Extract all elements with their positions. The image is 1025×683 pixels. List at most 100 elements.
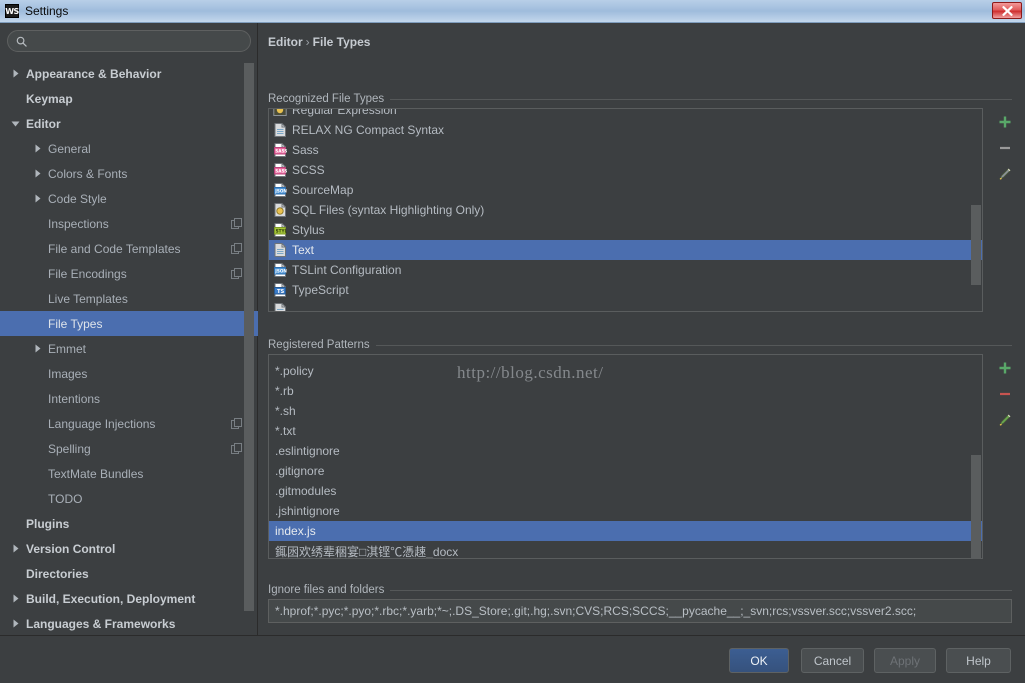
sidebar-item-colors-fonts[interactable]: Colors & Fonts xyxy=(0,161,258,186)
file-type-row[interactable]: Text xyxy=(269,240,982,260)
copy-settings-icon[interactable] xyxy=(231,418,242,429)
sidebar-item-label: Build, Execution, Deployment xyxy=(26,591,196,606)
pattern-row[interactable]: *.policy xyxy=(269,361,982,381)
sidebar-item-inspections[interactable]: Inspections xyxy=(0,211,258,236)
sidebar-item-file-and-code-templates[interactable]: File and Code Templates xyxy=(0,236,258,261)
sidebar-item-keymap[interactable]: Keymap xyxy=(0,86,258,111)
copy-settings-icon[interactable] xyxy=(231,218,242,229)
pattern-row[interactable]: .jshintignore xyxy=(269,501,982,521)
sidebar-item-label: Editor xyxy=(26,116,61,131)
file-type-row[interactable]: STYL Stylus xyxy=(269,220,982,240)
sidebar-item-file-types[interactable]: File Types xyxy=(0,311,258,336)
pattern-row[interactable]: *.rb xyxy=(269,381,982,401)
sidebar-item-label: Live Templates xyxy=(48,291,128,306)
sidebar-item-file-encodings[interactable]: File Encodings xyxy=(0,261,258,286)
sidebar-item-textmate-bundles[interactable]: TextMate Bundles xyxy=(0,461,258,486)
copy-settings-icon[interactable] xyxy=(231,243,242,254)
help-button[interactable]: Help xyxy=(946,648,1011,673)
expand-arrow-open[interactable] xyxy=(10,118,21,129)
pattern-label: *.sh xyxy=(275,404,296,418)
file-type-row[interactable]: SASS SCSS xyxy=(269,160,982,180)
settings-category-tree[interactable]: Appearance & Behavior Keymap Editor General… xyxy=(0,61,258,635)
expand-arrow-closed[interactable] xyxy=(32,168,43,179)
sass-file-icon: SASS xyxy=(273,143,287,157)
cancel-button[interactable]: Cancel xyxy=(801,648,864,673)
sidebar-item-version-control[interactable]: Version Control xyxy=(0,536,258,561)
sidebar-item-label: File Types xyxy=(48,316,103,331)
sidebar-item-images[interactable]: Images xyxy=(0,361,258,386)
breadcrumb: Editor › File Types xyxy=(268,35,370,49)
file-type-row[interactable]: TS TypeScript xyxy=(269,280,982,300)
text-file-icon xyxy=(274,303,286,311)
pattern-row[interactable]: .gitmodules xyxy=(269,481,982,501)
sidebar-item-emmet[interactable]: Emmet xyxy=(0,336,258,361)
sidebar-item-appearance-behavior[interactable]: Appearance & Behavior xyxy=(0,61,258,86)
svg-text:JSON: JSON xyxy=(274,269,287,274)
pattern-row[interactable]: *.txt xyxy=(269,421,982,441)
recognized-list-scrollbar-thumb[interactable] xyxy=(971,205,981,285)
pattern-label: .gitignore xyxy=(275,464,325,478)
file-type-row[interactable]: JSON SourceMap xyxy=(269,180,982,200)
sidebar-scrollbar-thumb[interactable] xyxy=(244,63,254,611)
expand-arrow-closed[interactable] xyxy=(10,618,21,629)
copy-settings-icon[interactable] xyxy=(231,443,242,454)
sidebar-item-live-templates[interactable]: Live Templates xyxy=(0,286,258,311)
sidebar-item-todo[interactable]: TODO xyxy=(0,486,258,511)
text-file-icon xyxy=(274,123,286,137)
search-input[interactable] xyxy=(33,33,238,49)
expand-arrow-closed[interactable] xyxy=(10,543,21,554)
expand-arrow-closed[interactable] xyxy=(10,593,21,604)
sidebar-item-language-injections[interactable]: Language Injections xyxy=(0,411,258,436)
sidebar-item-label: Intentions xyxy=(48,391,101,406)
sidebar-item-code-style[interactable]: Code Style xyxy=(0,186,258,211)
expand-arrow-closed[interactable] xyxy=(10,68,21,79)
sidebar-item-intentions[interactable]: Intentions xyxy=(0,386,258,411)
file-type-row[interactable]: RELAX NG Compact Syntax xyxy=(269,120,982,140)
edit-pattern-button[interactable] xyxy=(992,407,1018,433)
pattern-row[interactable]: .gitignore xyxy=(269,461,982,481)
expand-arrow-closed[interactable] xyxy=(32,343,43,354)
recognized-group-divider xyxy=(387,99,1012,100)
expand-arrow-closed[interactable] xyxy=(32,193,43,204)
sidebar-item-build-execution-deployment[interactable]: Build, Execution, Deployment xyxy=(0,586,258,611)
file-type-row[interactable]: Regular Expression xyxy=(269,109,982,120)
sidebar-item-languages-frameworks[interactable]: Languages & Frameworks xyxy=(0,611,258,635)
close-icon[interactable] xyxy=(992,2,1022,19)
file-type-row[interactable]: SQL Files (syntax Highlighting Only) xyxy=(269,200,982,220)
recognized-file-types-list[interactable]: Regular Expression RELAX NG Compact Synta… xyxy=(268,108,983,312)
sidebar-item-editor[interactable]: Editor xyxy=(0,111,258,136)
file-type-row[interactable]: SASS Sass xyxy=(269,140,982,160)
patterns-list-scrollbar-thumb[interactable] xyxy=(971,455,981,558)
sidebar-item-label: Emmet xyxy=(48,341,87,356)
expand-arrow-closed[interactable] xyxy=(32,143,43,154)
sidebar-item-directories[interactable]: Directories xyxy=(0,561,258,586)
pencil-icon xyxy=(999,414,1011,426)
breadcrumb-parent[interactable]: Editor xyxy=(268,35,303,49)
window-title-bar: WS Settings xyxy=(0,0,1025,23)
svg-text:STYL: STYL xyxy=(276,229,287,234)
pattern-row[interactable]: 銸囦欢绣辈稇宴□淇铿℃憑趚_docx xyxy=(269,541,982,559)
registered-patterns-toolbar xyxy=(990,355,1020,433)
sidebar-item-general[interactable]: General xyxy=(0,136,258,161)
sidebar-item-spelling[interactable]: Spelling xyxy=(0,436,258,461)
add-pattern-button[interactable] xyxy=(992,355,1018,381)
search-box[interactable] xyxy=(7,30,251,52)
file-type-row[interactable]: JSON TSLint Configuration xyxy=(269,260,982,280)
file-type-row-clipped[interactable] xyxy=(269,300,982,311)
webstorm-icon: WS xyxy=(5,4,19,18)
ignore-files-input[interactable]: *.hprof;*.pyc;*.pyo;*.rbc;*.yarb;*~;.DS_… xyxy=(268,599,1012,623)
pattern-row[interactable]: .eslintignore xyxy=(269,441,982,461)
pattern-label: index.js xyxy=(275,524,316,538)
registered-patterns-list[interactable]: http://blog.csdn.net/ *.policy *.rb *.sh *.… xyxy=(268,354,983,559)
remove-pattern-button[interactable] xyxy=(992,381,1018,407)
ok-button[interactable]: OK xyxy=(729,648,789,673)
pattern-row[interactable]: index.js xyxy=(269,521,982,541)
copy-settings-icon[interactable] xyxy=(231,268,242,279)
sidebar-item-label: TODO xyxy=(48,491,83,506)
pattern-row[interactable]: *.sh xyxy=(269,401,982,421)
sass-file-icon: SASS xyxy=(273,163,287,177)
sidebar-item-plugins[interactable]: Plugins xyxy=(0,511,258,536)
sidebar-item-label: Directories xyxy=(26,566,89,581)
copy-settings-icon xyxy=(231,443,242,454)
add-file-type-button[interactable] xyxy=(992,109,1018,135)
